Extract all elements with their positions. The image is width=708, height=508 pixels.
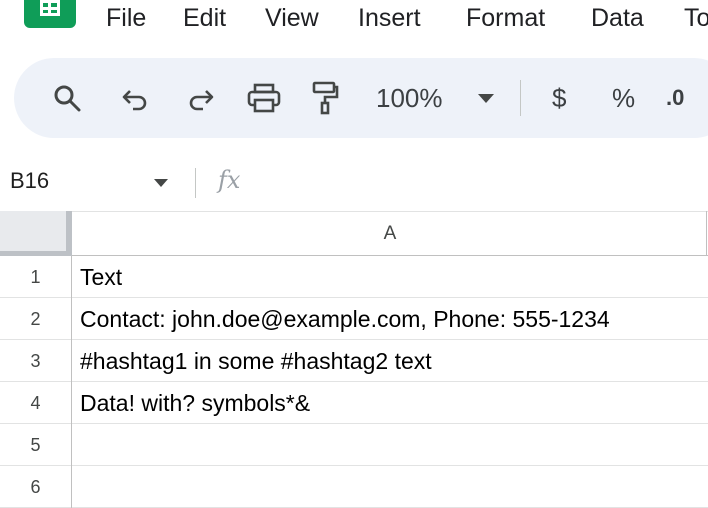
row-header[interactable]: 4 — [0, 382, 72, 424]
menu-view[interactable]: View — [265, 4, 319, 33]
column-header-a[interactable]: A — [72, 211, 708, 256]
menu-data[interactable]: Data — [591, 4, 644, 33]
menu-bar: File Edit View Insert Format Data To — [0, 0, 708, 40]
percent-format-button[interactable]: % — [612, 58, 635, 138]
fx-icon: fx — [218, 166, 241, 194]
table-row: 6 — [0, 466, 708, 508]
formula-bar: B16 — [0, 154, 708, 210]
menu-tools[interactable]: To — [684, 4, 708, 33]
currency-format-button[interactable]: $ — [552, 58, 566, 138]
row-header[interactable]: 1 — [0, 256, 72, 298]
sheet-grid: A 1 Text 2 Contact: john.doe@example.com… — [0, 211, 708, 508]
row-header[interactable]: 3 — [0, 340, 72, 382]
chevron-down-icon — [478, 94, 494, 103]
paint-format-icon — [312, 81, 339, 115]
undo-icon — [122, 90, 147, 111]
table-row: 4 Data! with? symbols*& — [0, 382, 708, 424]
decrease-decimal-label: .0 — [666, 85, 685, 110]
print-icon — [247, 83, 281, 113]
print-button[interactable] — [246, 58, 282, 138]
undo-button[interactable] — [120, 58, 150, 138]
table-row: 2 Contact: john.doe@example.com, Phone: … — [0, 298, 708, 340]
menu-format[interactable]: Format — [466, 4, 545, 33]
decrease-decimal-button[interactable]: .0 — [666, 58, 684, 138]
formula-bar-divider — [195, 168, 196, 198]
name-box-chevron-down-icon[interactable] — [154, 179, 168, 187]
cell-a1[interactable]: Text — [80, 256, 122, 298]
table-row: 1 Text — [0, 256, 708, 298]
menu-file[interactable]: File — [106, 4, 146, 33]
zoom-value: 100% — [376, 82, 443, 113]
cell-a4[interactable]: Data! with? symbols*& — [80, 382, 310, 424]
redo-button[interactable] — [186, 58, 216, 138]
toolbar-divider — [520, 80, 521, 116]
cell-a2[interactable]: Contact: john.doe@example.com, Phone: 55… — [80, 298, 610, 340]
cell-a3[interactable]: #hashtag1 in some #hashtag2 text — [80, 340, 432, 382]
redo-icon — [189, 90, 214, 111]
row-header[interactable]: 5 — [0, 424, 72, 466]
search-icon — [54, 85, 81, 112]
menu-insert[interactable]: Insert — [358, 4, 421, 33]
percent-label: % — [612, 82, 636, 113]
name-box[interactable]: B16 — [10, 168, 49, 194]
column-divider — [706, 211, 707, 256]
table-row: 3 #hashtag1 in some #hashtag2 text — [0, 340, 708, 382]
column-header-label: A — [383, 222, 397, 244]
row-header[interactable]: 6 — [0, 466, 72, 508]
zoom-select[interactable]: 100% — [376, 58, 443, 138]
paint-format-button[interactable] — [310, 58, 340, 138]
toolbar: 100% $ % .0 — [14, 58, 708, 138]
currency-label: $ — [552, 82, 567, 113]
table-row: 5 — [0, 424, 708, 466]
search-button[interactable] — [52, 58, 82, 138]
menu-edit[interactable]: Edit — [183, 4, 226, 33]
row-header[interactable]: 2 — [0, 298, 72, 340]
select-all-corner[interactable] — [0, 211, 72, 256]
